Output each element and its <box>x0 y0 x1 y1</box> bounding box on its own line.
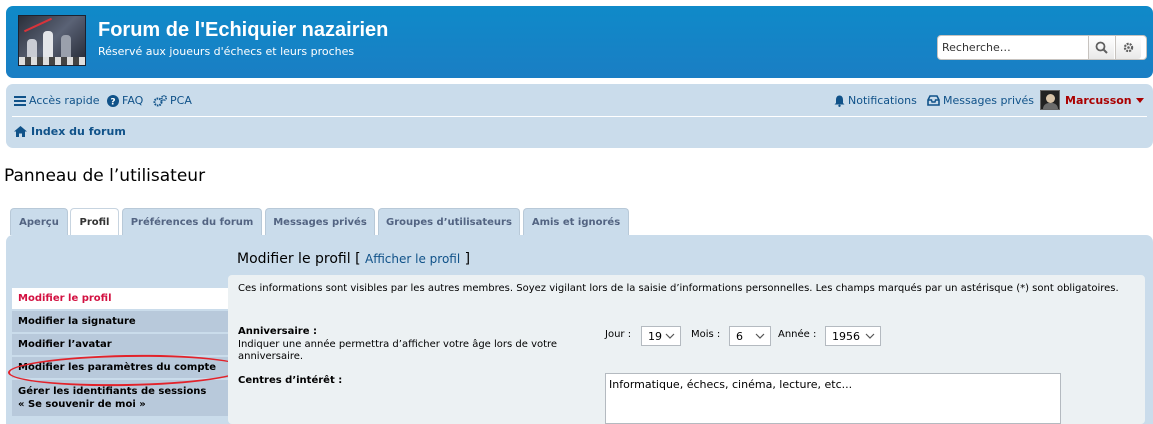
username[interactable]: Marcusson <box>1065 94 1132 107</box>
view-profile-link-wrap: [ Afficher le profil ] <box>355 251 470 267</box>
site-title[interactable]: Forum de l'Echiquier nazairien <box>98 19 388 42</box>
month-value: 6 <box>736 329 743 343</box>
bracket-open: [ <box>355 251 361 267</box>
search-icon <box>1095 41 1108 54</box>
acp-label: PCA <box>170 94 192 107</box>
site-logo[interactable] <box>18 15 86 66</box>
tab-profile[interactable]: Profil <box>70 208 119 236</box>
svg-text:?: ? <box>110 97 115 107</box>
gear-icon <box>1123 42 1134 53</box>
birthday-label: Anniversaire : <box>238 326 317 337</box>
tab-private-messages[interactable]: Messages privés <box>265 208 375 235</box>
tab-friends-foes[interactable]: Amis et ignorés <box>523 208 629 235</box>
advanced-search-button[interactable] <box>1115 36 1141 59</box>
notifications-label: Notifications <box>848 94 917 107</box>
faq-label: FAQ <box>122 94 144 107</box>
inbox-icon <box>927 95 940 106</box>
faq-link[interactable]: ? FAQ <box>107 94 143 107</box>
birthday-hint: Indiquer une année permettra d’afficher … <box>238 339 558 362</box>
content-title-text: Modifier le profil <box>237 251 351 267</box>
menu-item-edit-signature[interactable]: Modifier la signature <box>12 311 234 332</box>
private-messages-link[interactable]: Messages privés <box>927 94 1034 107</box>
bracket-close: ] <box>464 251 471 267</box>
avatar[interactable] <box>1040 90 1060 110</box>
page-title: Panneau de l’utilisateur <box>4 166 206 186</box>
interests-textarea[interactable]: Informatique, échecs, cinéma, lecture, e… <box>605 373 1061 424</box>
site-header: Forum de l'Echiquier nazairien Réservé a… <box>6 6 1153 78</box>
site-description: Réservé aux joueurs d'échecs et leurs pr… <box>98 45 355 58</box>
tab-user-groups[interactable]: Groupes d’utilisateurs <box>378 208 520 235</box>
navbar: Accès rapide ? FAQ PCA Notifications Mes… <box>6 84 1153 148</box>
chevron-down-icon[interactable] <box>1136 98 1144 103</box>
bell-icon <box>834 95 845 107</box>
interests-label: Centres d’intérêt : <box>238 375 343 386</box>
question-circle-icon: ? <box>107 94 119 107</box>
search-button[interactable] <box>1088 36 1114 59</box>
content-title: Modifier le profil [ Afficher le profil … <box>237 251 470 267</box>
menu-item-label: « Se souvenir de moi » <box>18 399 146 410</box>
profile-form: Ces informations sont visibles par les a… <box>228 275 1145 424</box>
year-select[interactable]: 1956 <box>825 326 881 346</box>
divider <box>12 116 1147 117</box>
day-value: 19 <box>648 329 662 343</box>
month-select[interactable]: 6 <box>729 326 771 346</box>
month-label: Mois : <box>691 329 721 340</box>
breadcrumb-forum-index: Index du forum <box>31 125 126 138</box>
menu-item-edit-avatar[interactable]: Modifier l’avatar <box>12 334 234 355</box>
menu-item-edit-profile[interactable]: Modifier le profil <box>12 288 234 309</box>
day-select[interactable]: 19 <box>641 326 681 346</box>
chevron-down-icon <box>865 333 875 339</box>
day-label: Jour : <box>605 329 632 340</box>
view-profile-link[interactable]: Afficher le profil <box>365 252 460 266</box>
search-input[interactable] <box>938 36 1088 59</box>
tab-overview[interactable]: Aperçu <box>10 208 68 235</box>
menu-item-manage-sessions[interactable]: Gérer les identifiants de sessions « Se … <box>12 380 234 416</box>
private-messages-label: Messages privés <box>943 94 1035 107</box>
chevron-down-icon <box>665 333 675 339</box>
year-label: Année : <box>778 329 817 340</box>
acp-link[interactable]: PCA <box>153 94 192 107</box>
menu-item-label: Gérer les identifiants de sessions <box>18 386 207 397</box>
home-icon <box>14 126 27 137</box>
chevron-down-icon <box>755 333 765 339</box>
breadcrumb[interactable]: Index du forum <box>14 125 126 138</box>
ucp-panel: Modifier le profil Modifier la signature… <box>6 235 1153 424</box>
quick-links-menu[interactable]: Accès rapide <box>14 94 99 107</box>
year-value: 1956 <box>832 329 860 343</box>
hamburger-icon <box>14 95 26 106</box>
intro-text: Ces informations sont visibles par les a… <box>238 283 1119 294</box>
menu-item-account-settings[interactable]: Modifier les paramètres du compte <box>12 357 234 378</box>
search-box <box>937 35 1147 60</box>
quick-links-label: Accès rapide <box>29 94 100 107</box>
notifications-link[interactable]: Notifications <box>834 94 917 107</box>
tab-forum-preferences[interactable]: Préférences du forum <box>122 208 262 235</box>
cogs-icon <box>153 94 167 106</box>
